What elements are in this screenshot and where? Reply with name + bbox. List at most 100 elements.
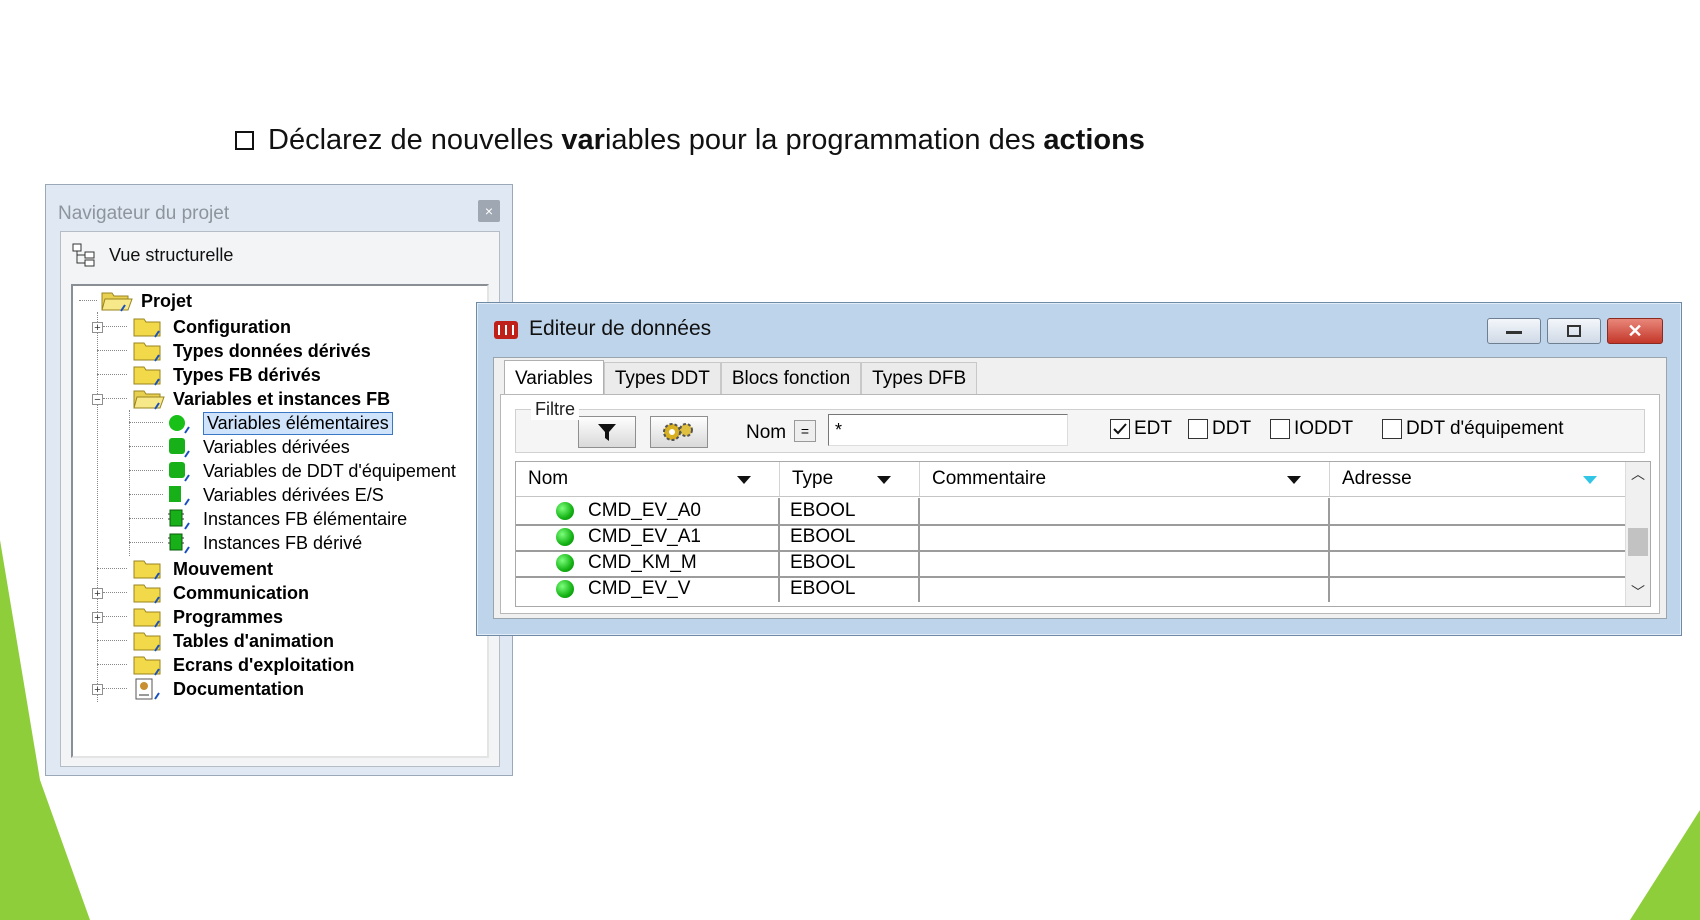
- tree-item-variables-elementaires[interactable]: Variables élémentaires: [167, 410, 393, 436]
- table-row[interactable]: CMD_EV_V EBOOL: [516, 576, 1626, 602]
- tree-item-tables-animation[interactable]: Tables d'animation: [133, 628, 334, 654]
- green-ball-variable-icon: [556, 580, 574, 598]
- address-cell[interactable]: [1330, 576, 1626, 602]
- table-row[interactable]: CMD_EV_A0 EBOOL: [516, 498, 1626, 526]
- sort-dropdown-icon[interactable]: [737, 476, 751, 484]
- navigator-title: Navigateur du projet: [58, 203, 230, 224]
- editor-tabs: Variables Types DDT Blocs fonction Types…: [504, 360, 978, 396]
- green-ball-variable-icon: [556, 554, 574, 572]
- checkbox-empty-icon: [1270, 419, 1290, 439]
- folder-icon: [133, 560, 161, 580]
- comment-cell[interactable]: [920, 524, 1330, 550]
- table-row[interactable]: CMD_EV_A1 EBOOL: [516, 524, 1626, 552]
- apply-filter-button[interactable]: [578, 416, 636, 448]
- restore-button[interactable]: [1547, 318, 1601, 344]
- io-variable-icon: [169, 486, 190, 506]
- navigator-close-button[interactable]: ×: [478, 200, 500, 222]
- equals-operator-button[interactable]: =: [794, 420, 816, 442]
- editor-title: Editeur de données: [529, 317, 712, 340]
- column-header-nom[interactable]: Nom: [516, 462, 780, 496]
- structural-view-label: Vue structurelle: [109, 244, 234, 265]
- fb-instance-icon: [168, 509, 190, 530]
- checkbox-checked-icon: [1110, 419, 1130, 439]
- tree-item-variables-ddt-equipement[interactable]: Variables de DDT d'équipement: [167, 458, 456, 484]
- filter-settings-button[interactable]: [650, 416, 708, 448]
- tree-item-documentation[interactable]: Documentation: [133, 676, 304, 702]
- column-header-type[interactable]: Type: [780, 462, 920, 496]
- documentation-icon: [135, 678, 160, 700]
- editor-body: Variables Types DDT Blocs fonction Types…: [493, 357, 1667, 619]
- checkbox-empty-icon: [1188, 419, 1208, 439]
- green-ball-variable-icon: [556, 502, 574, 520]
- tree-item-types-fb-derives[interactable]: Types FB dérivés: [133, 362, 321, 388]
- tree-item-mouvement[interactable]: Mouvement: [133, 556, 273, 582]
- collapse-variables-toggle[interactable]: −: [92, 394, 103, 406]
- tree-item-programmes[interactable]: Programmes: [133, 604, 283, 630]
- gears-icon: [663, 423, 693, 441]
- tree-item-variables-derivees-es[interactable]: Variables dérivées E/S: [167, 482, 384, 508]
- expand-programmes-toggle[interactable]: +: [92, 612, 103, 624]
- tree-item-ecrans-exploitation[interactable]: Ecrans d'exploitation: [133, 652, 354, 678]
- sort-dropdown-icon[interactable]: [1287, 476, 1301, 484]
- variables-grid: Nom Type Commentaire Adresse CMD_EV_A0 E…: [515, 461, 1651, 607]
- scrollbar-thumb[interactable]: [1628, 528, 1648, 556]
- close-button[interactable]: ✕: [1607, 318, 1663, 344]
- scroll-up-arrow-icon[interactable]: ︿: [1626, 464, 1650, 484]
- address-cell[interactable]: [1330, 498, 1626, 524]
- variables-tab-panel: Nom = EDT DDT IODDT DDT d'équipement: [500, 394, 1660, 614]
- project-tree: Projet + Configuration Types données dér…: [71, 284, 489, 758]
- tab-variables[interactable]: Variables: [504, 360, 604, 396]
- data-editor-window: Editeur de données ✕ Variables Types DDT…: [476, 302, 1682, 636]
- ddt-equipement-checkbox[interactable]: DDT d'équipement: [1382, 418, 1563, 440]
- comment-cell[interactable]: [920, 576, 1330, 602]
- folder-icon: [133, 584, 161, 604]
- tree-item-projet[interactable]: Projet: [101, 288, 192, 314]
- ddt-variable-icon: [169, 462, 190, 482]
- comment-cell[interactable]: [920, 550, 1330, 576]
- folder-icon: [133, 318, 161, 338]
- name-filter-input[interactable]: [828, 414, 1068, 446]
- minimize-icon: [1506, 331, 1522, 334]
- minimize-button[interactable]: [1487, 318, 1541, 344]
- slide-title: Déclarez de nouvelles variables pour la …: [235, 124, 1145, 157]
- checkbox-bullet-icon: [235, 131, 254, 150]
- column-header-commentaire[interactable]: Commentaire: [920, 462, 1330, 496]
- ddt-checkbox[interactable]: DDT: [1188, 418, 1251, 440]
- structural-view-toolbar[interactable]: Vue structurelle: [71, 240, 233, 270]
- filter-group-label: Filtre: [531, 399, 579, 420]
- tab-types-ddt[interactable]: Types DDT: [603, 362, 721, 394]
- filter-group: Nom = EDT DDT IODDT DDT d'équipement: [515, 409, 1645, 453]
- tree-item-communication[interactable]: Communication: [133, 580, 309, 606]
- comment-cell[interactable]: [920, 498, 1330, 524]
- green-ball-variable-icon: [556, 528, 574, 546]
- folder-icon: [133, 608, 161, 628]
- fb-instance-icon: [168, 533, 190, 554]
- tree-item-variables-derivees[interactable]: Variables dérivées: [167, 434, 350, 460]
- expand-documentation-toggle[interactable]: +: [92, 684, 103, 696]
- tree-item-instances-fb-elementaire[interactable]: Instances FB élémentaire: [167, 506, 407, 532]
- ioddt-checkbox[interactable]: IODDT: [1270, 418, 1353, 440]
- edt-checkbox[interactable]: EDT: [1110, 418, 1172, 440]
- tree-item-configuration[interactable]: Configuration: [133, 314, 291, 340]
- tab-blocs-fonction[interactable]: Blocs fonction: [720, 362, 862, 394]
- navigator-content: Vue structurelle Projet + Configuration …: [60, 231, 500, 767]
- grid-vertical-scrollbar[interactable]: ︿ ﹀: [1625, 462, 1650, 606]
- tab-types-dfb[interactable]: Types DFB: [861, 362, 978, 394]
- tree-item-variables-instances-fb[interactable]: Variables et instances FB: [133, 386, 390, 412]
- expand-configuration-toggle[interactable]: +: [92, 322, 103, 334]
- scroll-down-arrow-icon[interactable]: ﹀: [1626, 582, 1650, 602]
- table-row[interactable]: CMD_KM_M EBOOL: [516, 550, 1626, 578]
- tree-item-types-donnees-derives[interactable]: Types données dérivés: [133, 338, 371, 364]
- sort-dropdown-icon[interactable]: [877, 476, 891, 484]
- column-header-adresse[interactable]: Adresse: [1330, 462, 1626, 496]
- unity-app-icon: [494, 321, 518, 339]
- address-cell[interactable]: [1330, 550, 1626, 576]
- sort-dropdown-icon[interactable]: [1583, 476, 1597, 484]
- name-filter-label: Nom: [746, 422, 787, 443]
- expand-communication-toggle[interactable]: +: [92, 588, 103, 600]
- address-cell[interactable]: [1330, 524, 1626, 550]
- folder-icon: [133, 656, 161, 676]
- restore-icon: [1567, 325, 1581, 337]
- tree-item-instances-fb-derive[interactable]: Instances FB dérivé: [167, 530, 362, 556]
- open-folder-icon: [133, 390, 165, 410]
